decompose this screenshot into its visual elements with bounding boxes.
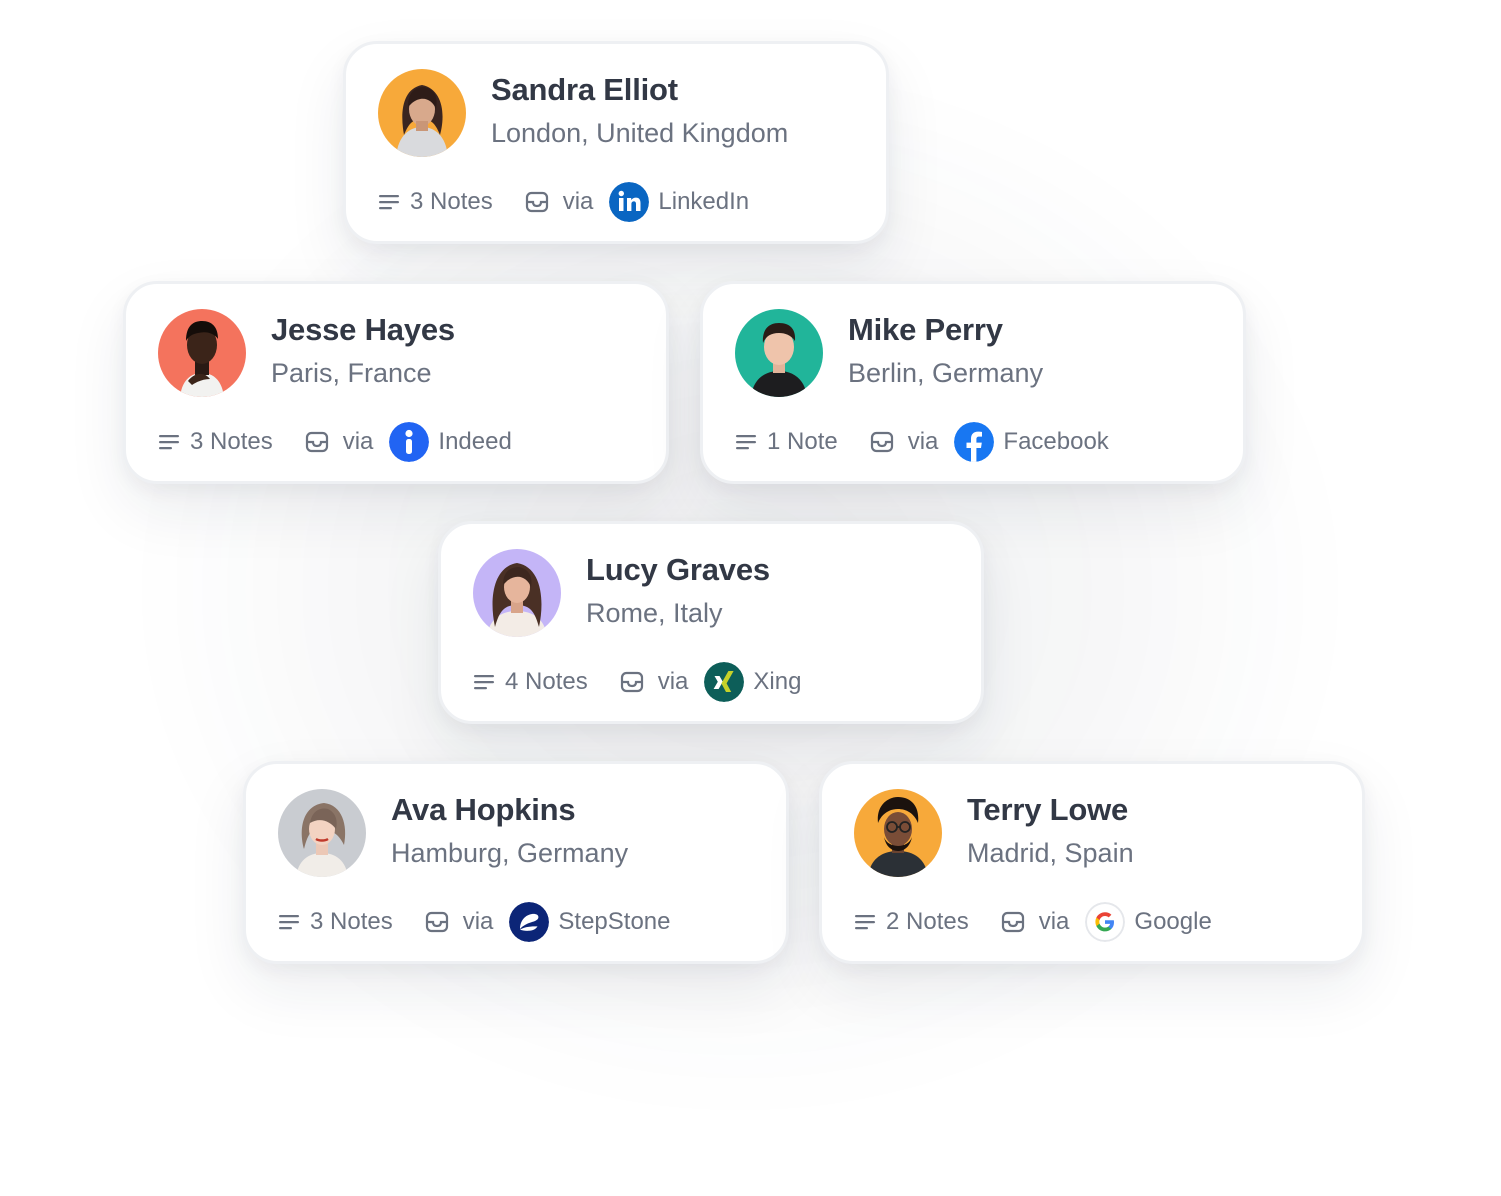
facebook-icon	[954, 422, 995, 462]
candidate-location: Berlin, Germany	[848, 358, 1044, 388]
avatar	[473, 549, 561, 637]
notes-count[interactable]: 1 Note	[767, 428, 838, 456]
candidate-location: Rome, Italy	[586, 598, 723, 628]
candidate-location: London, United Kingdom	[491, 118, 789, 148]
candidate-name: Lucy Graves	[586, 552, 770, 587]
candidate-location: Paris, France	[271, 358, 432, 388]
linkedin-icon	[609, 182, 650, 222]
source-name[interactable]: Facebook	[1003, 428, 1108, 456]
card-meta-row: 4 Notes via Xing	[473, 661, 801, 703]
source-name[interactable]: Xing	[753, 668, 801, 696]
via-label: via	[342, 428, 374, 455]
xing-icon	[704, 662, 745, 702]
card-meta-row: 1 Note via Facebook	[735, 421, 1109, 463]
notes-lines-icon	[735, 433, 757, 451]
via-label: via	[462, 908, 494, 935]
notes-lines-icon	[473, 673, 495, 691]
via-label: via	[657, 668, 689, 695]
source-name[interactable]: Google	[1134, 908, 1211, 936]
avatar	[278, 789, 366, 877]
source-name[interactable]: LinkedIn	[658, 188, 749, 216]
notes-count[interactable]: 3 Notes	[410, 188, 493, 216]
candidate-cards-stage: Sandra Elliot London, United Kingdom 3 N…	[0, 0, 1501, 1196]
candidate-card-lucy-graves[interactable]: Lucy Graves Rome, Italy 4 Notes via Xing	[438, 521, 984, 724]
notes-lines-icon	[158, 433, 180, 451]
via-label: via	[1038, 908, 1070, 935]
stepstone-icon	[509, 902, 550, 942]
card-meta-row: 3 Notes via Indeed	[158, 421, 512, 463]
notes-count[interactable]: 2 Notes	[886, 908, 969, 936]
candidate-card-jesse-hayes[interactable]: Jesse Hayes Paris, France 3 Notes via In…	[123, 281, 669, 484]
card-meta-row: 2 Notes via Google	[854, 901, 1212, 943]
notes-lines-icon	[854, 913, 876, 931]
google-icon	[1085, 902, 1126, 942]
avatar	[735, 309, 823, 397]
notes-count[interactable]: 3 Notes	[310, 908, 393, 936]
source-name[interactable]: Indeed	[438, 428, 511, 456]
candidate-name: Sandra Elliot	[491, 72, 678, 107]
notes-lines-icon	[278, 913, 300, 931]
source-name[interactable]: StepStone	[558, 908, 670, 936]
candidate-name: Jesse Hayes	[271, 312, 455, 347]
candidate-card-mike-perry[interactable]: Mike Perry Berlin, Germany 1 Note via Fa…	[700, 281, 1246, 484]
inbox-icon	[870, 431, 894, 453]
candidate-card-sandra-elliot[interactable]: Sandra Elliot London, United Kingdom 3 N…	[343, 41, 889, 244]
candidate-name: Mike Perry	[848, 312, 1003, 347]
candidate-location: Hamburg, Germany	[391, 838, 629, 868]
notes-count[interactable]: 3 Notes	[190, 428, 273, 456]
notes-lines-icon	[378, 193, 400, 211]
inbox-icon	[620, 671, 644, 693]
card-meta-row: 3 Notes via LinkedIn	[378, 181, 749, 223]
avatar	[854, 789, 942, 877]
candidate-card-ava-hopkins[interactable]: Ava Hopkins Hamburg, Germany 3 Notes via…	[243, 761, 789, 964]
via-label: via	[907, 428, 939, 455]
via-label: via	[562, 188, 594, 215]
candidate-location: Madrid, Spain	[967, 838, 1134, 868]
candidate-name: Ava Hopkins	[391, 792, 576, 827]
notes-count[interactable]: 4 Notes	[505, 668, 588, 696]
indeed-icon	[389, 422, 430, 462]
candidate-name: Terry Lowe	[967, 792, 1129, 827]
inbox-icon	[425, 911, 449, 933]
avatar	[378, 69, 466, 157]
avatar	[158, 309, 246, 397]
inbox-icon	[305, 431, 329, 453]
card-meta-row: 3 Notes via StepStone	[278, 901, 671, 943]
inbox-icon	[1001, 911, 1025, 933]
inbox-icon	[525, 191, 549, 213]
candidate-card-terry-lowe[interactable]: Terry Lowe Madrid, Spain 2 Notes via Goo	[819, 761, 1365, 964]
